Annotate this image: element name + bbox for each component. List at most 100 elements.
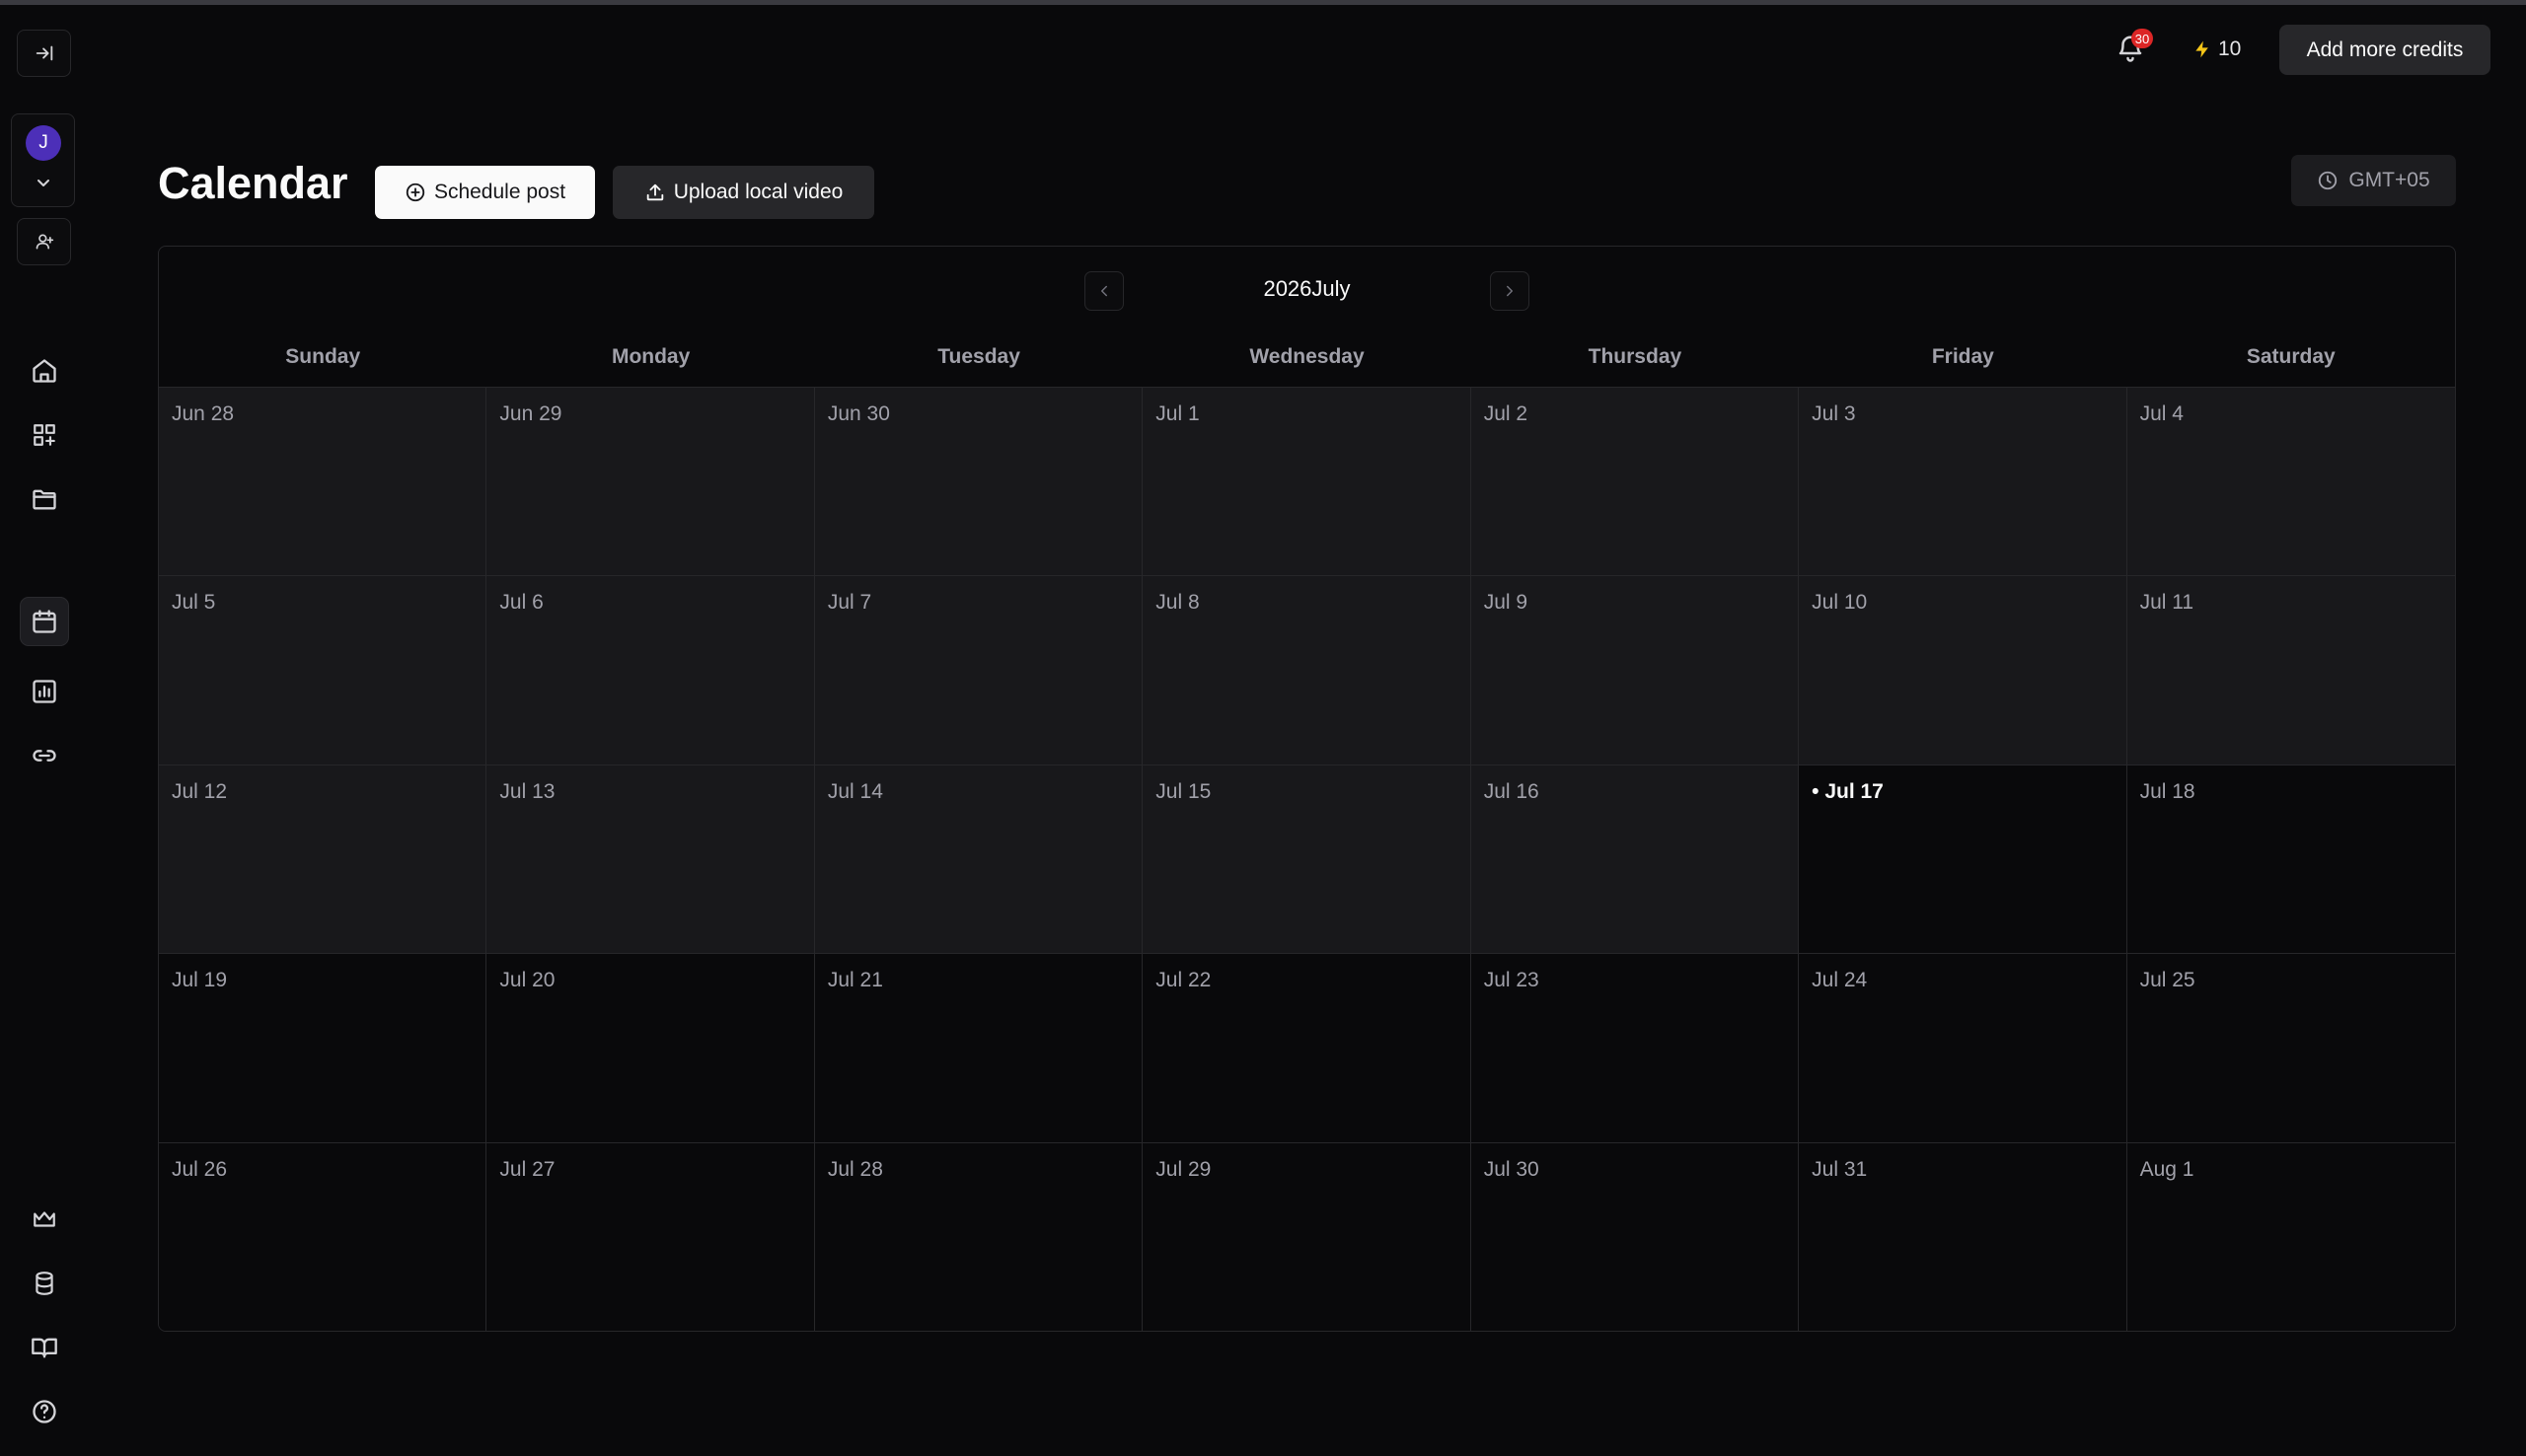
- weekday-label: Tuesday: [937, 345, 1020, 368]
- calendar-day[interactable]: Jun 30: [814, 388, 1144, 577]
- calendar-day[interactable]: Jul 15: [1143, 764, 1471, 955]
- clock-icon: [2319, 171, 2338, 190]
- calendar-day[interactable]: Jul 24: [1799, 954, 2127, 1143]
- calendar-day[interactable]: Jul 27: [486, 1142, 815, 1331]
- day-label: Jun 30: [827, 402, 890, 425]
- account-switcher[interactable]: J: [11, 113, 75, 207]
- day-label: Jul 31: [1812, 1157, 1868, 1181]
- calendar-day[interactable]: Jul 1: [1143, 388, 1471, 577]
- timezone-label: GMT+05: [2348, 169, 2430, 191]
- credits-indicator: 10: [2192, 34, 2241, 65]
- calendar: 2026July Sunday Monday Tuesday Wednesday Thu…: [158, 246, 2456, 1332]
- calendar-day[interactable]: Jul 16: [1470, 764, 1800, 955]
- collapse-sidebar-button[interactable]: [17, 30, 71, 77]
- calendar-day[interactable]: Jul 30: [1470, 1142, 1800, 1331]
- day-label: Jul 23: [1483, 969, 1539, 992]
- day-label: Jul 8: [1155, 591, 1200, 615]
- calendar-grid: Jun 28 Jun 29 Jun 30 Jul 1 Jul 2 Jul 3 Jul 4 Ju…: [159, 387, 2455, 1331]
- calendar-day[interactable]: Jul 10: [1799, 576, 2127, 765]
- calendar-day[interactable]: Jul 29: [1143, 1142, 1471, 1331]
- help-icon: [33, 1400, 56, 1423]
- calendar-day[interactable]: Jun 28: [159, 388, 487, 577]
- calendar-day[interactable]: Jul 13: [486, 764, 815, 955]
- day-label: Jun 29: [499, 402, 562, 425]
- analytics-icon: [33, 680, 56, 703]
- calendar-day[interactable]: Jul 8: [1143, 576, 1471, 765]
- calendar-day[interactable]: Jul 3: [1799, 388, 2127, 577]
- calendar-day[interactable]: Jul 18: [2126, 764, 2455, 955]
- day-label: Jul 21: [827, 969, 883, 992]
- calendar-day[interactable]: Jul 26: [159, 1142, 487, 1331]
- calendar-day[interactable]: Jul 14: [814, 764, 1144, 955]
- calendar-day[interactable]: Jul 5: [159, 576, 487, 765]
- day-label: Jul 15: [1155, 779, 1212, 803]
- plus-circle-icon: [406, 182, 425, 202]
- calendar-day[interactable]: Jul 6: [486, 576, 815, 765]
- day-label: Jul 12: [172, 779, 228, 803]
- calendar-day[interactable]: Jul 12: [159, 764, 487, 955]
- day-label: Aug 1: [2139, 1157, 2194, 1181]
- upload-icon: [646, 183, 663, 201]
- nav-apps[interactable]: [20, 410, 69, 460]
- weekday-label: Sunday: [285, 345, 361, 368]
- schedule-post-button[interactable]: Schedule post: [375, 166, 595, 219]
- day-label: Jul 24: [1812, 969, 1868, 992]
- day-label: • Jul 17: [1812, 779, 1884, 803]
- day-label: Jul 22: [1155, 969, 1212, 992]
- calendar-day-today[interactable]: • Jul 17: [1799, 764, 2127, 955]
- day-label: Jul 26: [172, 1157, 228, 1181]
- nav-calendar[interactable]: [20, 597, 69, 646]
- home-icon: [33, 359, 56, 383]
- apps-icon: [34, 424, 55, 446]
- nav-links[interactable]: [20, 731, 69, 780]
- add-credits-button[interactable]: Add more credits: [2279, 25, 2490, 75]
- day-label: Jul 6: [499, 591, 544, 615]
- calendar-day[interactable]: Jul 9: [1470, 576, 1800, 765]
- schedule-post-label: Schedule post: [433, 181, 566, 203]
- day-label: Jul 16: [1483, 779, 1539, 803]
- calendar-day[interactable]: Jul 31: [1799, 1142, 2127, 1331]
- nav-folder[interactable]: [20, 474, 69, 524]
- day-label: Jul 3: [1812, 402, 1856, 425]
- nav-home[interactable]: [20, 346, 69, 396]
- calendar-day[interactable]: Jul 4: [2126, 388, 2455, 577]
- weekday-label: Monday: [611, 345, 691, 368]
- nav-docs[interactable]: [20, 1323, 69, 1372]
- nav-help[interactable]: [20, 1387, 69, 1436]
- database-icon: [36, 1272, 53, 1295]
- calendar-day[interactable]: Jul 22: [1143, 954, 1471, 1143]
- day-label: Jul 5: [172, 591, 216, 615]
- credits-count: 10: [2218, 37, 2242, 60]
- book-icon: [32, 1338, 57, 1358]
- calendar-day[interactable]: Jul 25: [2126, 954, 2455, 1143]
- calendar-day[interactable]: Jul 20: [486, 954, 815, 1143]
- calendar-day[interactable]: Jul 19: [159, 954, 487, 1143]
- calendar-icon: [33, 610, 56, 633]
- day-label: Jul 4: [2139, 402, 2184, 425]
- weekday-header: Sunday Monday Tuesday Wednesday Thursday Frid…: [159, 345, 2455, 385]
- next-month-button[interactable]: [1490, 271, 1529, 311]
- day-label: Jul 1: [1155, 402, 1200, 425]
- folder-icon: [33, 489, 56, 510]
- add-user-button[interactable]: [17, 218, 71, 265]
- day-label: Jul 30: [1483, 1157, 1539, 1181]
- day-label: Jul 18: [2139, 779, 2195, 803]
- calendar-day[interactable]: Jul 28: [814, 1142, 1144, 1331]
- upload-video-button[interactable]: Upload local video: [613, 166, 874, 219]
- calendar-day[interactable]: Jul 23: [1470, 954, 1800, 1143]
- timezone-button[interactable]: GMT+05: [2291, 155, 2456, 206]
- chevron-down-icon: [37, 180, 49, 186]
- nav-plans[interactable]: [20, 1195, 69, 1244]
- nav-analytics[interactable]: [20, 667, 69, 716]
- weekday-label: Wednesday: [1249, 345, 1365, 368]
- nav-database[interactable]: [20, 1259, 69, 1308]
- day-label: Jul 11: [2139, 591, 2194, 615]
- calendar-day[interactable]: Jul 7: [814, 576, 1144, 765]
- calendar-day[interactable]: Jul 2: [1470, 388, 1800, 577]
- sidebar: J: [0, 5, 91, 1456]
- calendar-day[interactable]: Jul 11: [2126, 576, 2455, 765]
- calendar-day[interactable]: Aug 1: [2126, 1142, 2455, 1331]
- calendar-day[interactable]: Jul 21: [814, 954, 1144, 1143]
- calendar-day[interactable]: Jun 29: [486, 388, 815, 577]
- day-label: Jul 19: [172, 969, 228, 992]
